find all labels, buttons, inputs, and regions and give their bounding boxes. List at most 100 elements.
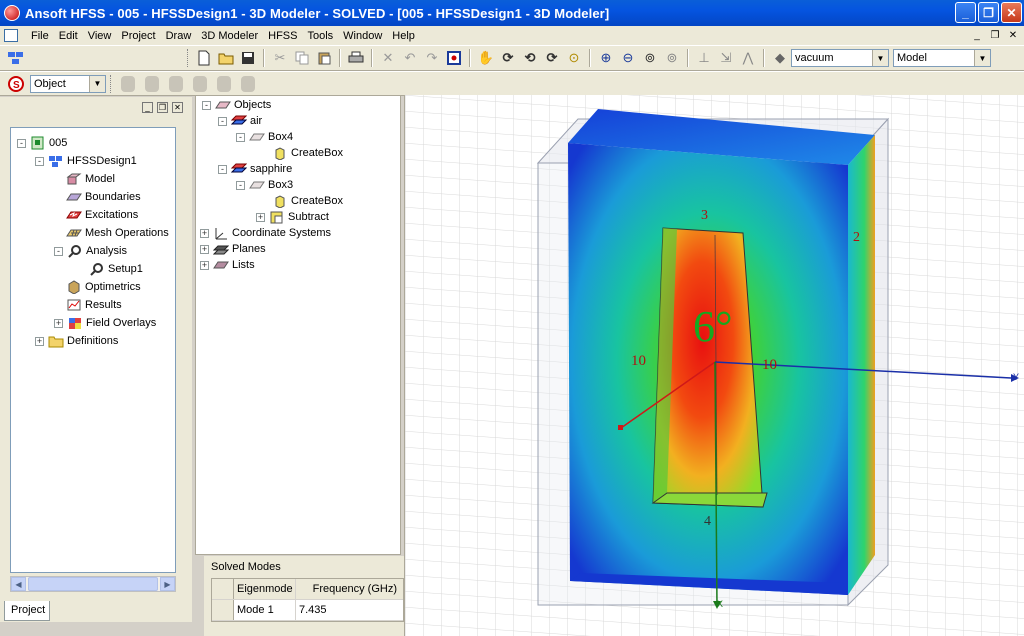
pan-hand-icon[interactable]: ✋	[476, 48, 496, 68]
column-frequency[interactable]: Frequency (GHz)	[296, 579, 403, 599]
tree-item-boundaries[interactable]: Boundaries	[66, 188, 141, 206]
menu-tools[interactable]: Tools	[302, 30, 338, 42]
project-tree-scrollbar[interactable]: ◀ ▶	[10, 576, 176, 592]
expand-icon[interactable]: +	[54, 318, 63, 328]
document-icon[interactable]	[4, 29, 18, 42]
field-plot-svg[interactable]: 3 2 6° 10 10 4 Y X	[405, 95, 1024, 636]
tab-project[interactable]: Project	[4, 601, 50, 621]
expand-icon[interactable]: +	[200, 244, 209, 254]
collapse-icon[interactable]: -	[35, 156, 44, 166]
tree-item-results[interactable]: Results	[66, 296, 122, 314]
material-select[interactable]: vacuum ▼	[791, 49, 889, 67]
rotate-axis-icon[interactable]: ⟲	[520, 48, 540, 68]
menu-project[interactable]: Project	[116, 30, 160, 42]
draw-line-icon[interactable]	[121, 75, 135, 92]
new-file-icon[interactable]	[194, 48, 214, 68]
table-row[interactable]: Mode 1 7.435	[212, 600, 403, 621]
draw-sphere-icon[interactable]	[241, 75, 255, 92]
menu-help[interactable]: Help	[387, 30, 420, 42]
chevron-down-icon[interactable]: ▼	[974, 50, 990, 66]
solved-modes-table: Eigenmode Frequency (GHz) Mode 1 7.435	[211, 578, 404, 622]
menu-draw[interactable]: Draw	[161, 30, 197, 42]
tree-item-project[interactable]: - 005	[17, 134, 67, 152]
copy-icon[interactable]	[292, 48, 312, 68]
zoom-region-icon[interactable]: ⊙	[564, 48, 584, 68]
menu-window[interactable]: Window	[338, 30, 387, 42]
orbit-icon[interactable]: ⟳	[542, 48, 562, 68]
collapse-icon[interactable]: -	[202, 100, 211, 110]
rotate-icon[interactable]: ⟳	[498, 48, 518, 68]
scroll-right-icon[interactable]: ▶	[160, 577, 175, 591]
menu-edit[interactable]: Edit	[54, 30, 83, 42]
print-icon[interactable]	[346, 48, 366, 68]
close-button[interactable]: ✕	[1001, 2, 1022, 23]
scroll-thumb[interactable]	[28, 577, 158, 591]
align-icon[interactable]: ⊥	[694, 48, 714, 68]
maximize-button[interactable]: ❐	[978, 2, 999, 23]
collapse-icon[interactable]: -	[236, 180, 245, 190]
save-icon[interactable]	[238, 48, 258, 68]
material-icon[interactable]: ◆	[770, 48, 790, 68]
cut-icon[interactable]: ✂	[270, 48, 290, 68]
draw-box-icon[interactable]	[193, 75, 207, 92]
mdi-restore-button[interactable]: ❐	[988, 28, 1002, 42]
view-mode-select[interactable]: Model ▼	[893, 49, 991, 67]
grid-icon[interactable]: ⋀	[738, 48, 758, 68]
zoom-in-icon[interactable]: ⊕	[596, 48, 616, 68]
column-eigenmode[interactable]: Eigenmode	[234, 579, 296, 599]
mdi-close-button[interactable]: ✕	[1006, 28, 1020, 42]
tree-label: Excitations	[85, 209, 139, 221]
expand-icon[interactable]: +	[200, 260, 209, 270]
redo-icon[interactable]: ↷	[422, 48, 442, 68]
fit-all-icon[interactable]: ⊚	[640, 48, 660, 68]
tree-item-definitions[interactable]: + Definitions	[35, 332, 118, 350]
mdi-minimize-button[interactable]: _	[970, 28, 984, 42]
tree-item-model[interactable]: Model	[66, 170, 115, 188]
tree-item-lists[interactable]: + Lists	[200, 256, 255, 274]
collapse-icon[interactable]: -	[17, 138, 26, 148]
expand-icon[interactable]: +	[256, 212, 265, 222]
model-icon[interactable]	[444, 48, 464, 68]
delete-icon[interactable]: ✕	[378, 48, 398, 68]
panel-close-button[interactable]: ✕	[172, 102, 183, 113]
chevron-down-icon[interactable]: ▼	[89, 75, 105, 92]
fit-selection-icon[interactable]: ⊚	[662, 48, 682, 68]
mesh-icon	[66, 229, 82, 237]
minimize-button[interactable]: _	[955, 2, 976, 23]
measure-icon[interactable]: ⇲	[716, 48, 736, 68]
select-mode-icon[interactable]: S	[6, 74, 26, 94]
expand-icon[interactable]: +	[200, 228, 209, 238]
menu-hfss[interactable]: HFSS	[263, 30, 302, 42]
panel-restore-button[interactable]: ❐	[157, 102, 168, 113]
tree-item-analysis[interactable]: - Analysis	[54, 242, 127, 260]
zoom-out-icon[interactable]: ⊖	[618, 48, 638, 68]
tree-item-optimetrics[interactable]: Optimetrics	[66, 278, 141, 296]
draw-arc-icon[interactable]	[169, 75, 183, 92]
collapse-icon[interactable]: -	[54, 246, 63, 256]
collapse-icon[interactable]: -	[236, 132, 245, 142]
hfss-project-icon[interactable]	[6, 48, 26, 68]
collapse-icon[interactable]: -	[218, 164, 227, 174]
draw-spline-icon[interactable]	[145, 75, 159, 92]
model-tree-panel: - Objects - air - Box4 CreateBox - sapph…	[195, 95, 401, 555]
material-sapphire-icon	[231, 163, 247, 173]
3d-viewport[interactable]: 3 2 6° 10 10 4 Y X	[404, 95, 1024, 636]
paste-icon[interactable]	[314, 48, 334, 68]
draw-cylinder-icon[interactable]	[217, 75, 231, 92]
panel-minimize-button[interactable]: _	[142, 102, 153, 113]
select-mode-dropdown[interactable]: Object ▼	[30, 74, 106, 93]
tree-item-mesh-operations[interactable]: Mesh Operations	[66, 224, 169, 242]
tree-item-field-overlays[interactable]: + Field Overlays	[54, 314, 156, 332]
menu-3d-modeler[interactable]: 3D Modeler	[196, 30, 263, 42]
tree-item-setup1[interactable]: Setup1	[89, 260, 143, 278]
expand-icon[interactable]: +	[35, 336, 44, 346]
menu-file[interactable]: File	[26, 30, 54, 42]
tree-item-design[interactable]: - HFSSDesign1	[35, 152, 137, 170]
collapse-icon[interactable]: -	[218, 116, 227, 126]
tree-item-excitations[interactable]: Excitations	[66, 206, 138, 224]
undo-icon[interactable]: ↶	[400, 48, 420, 68]
chevron-down-icon[interactable]: ▼	[872, 50, 888, 66]
scroll-left-icon[interactable]: ◀	[11, 577, 26, 591]
menu-view[interactable]: View	[83, 30, 117, 42]
open-folder-icon[interactable]	[216, 48, 236, 68]
